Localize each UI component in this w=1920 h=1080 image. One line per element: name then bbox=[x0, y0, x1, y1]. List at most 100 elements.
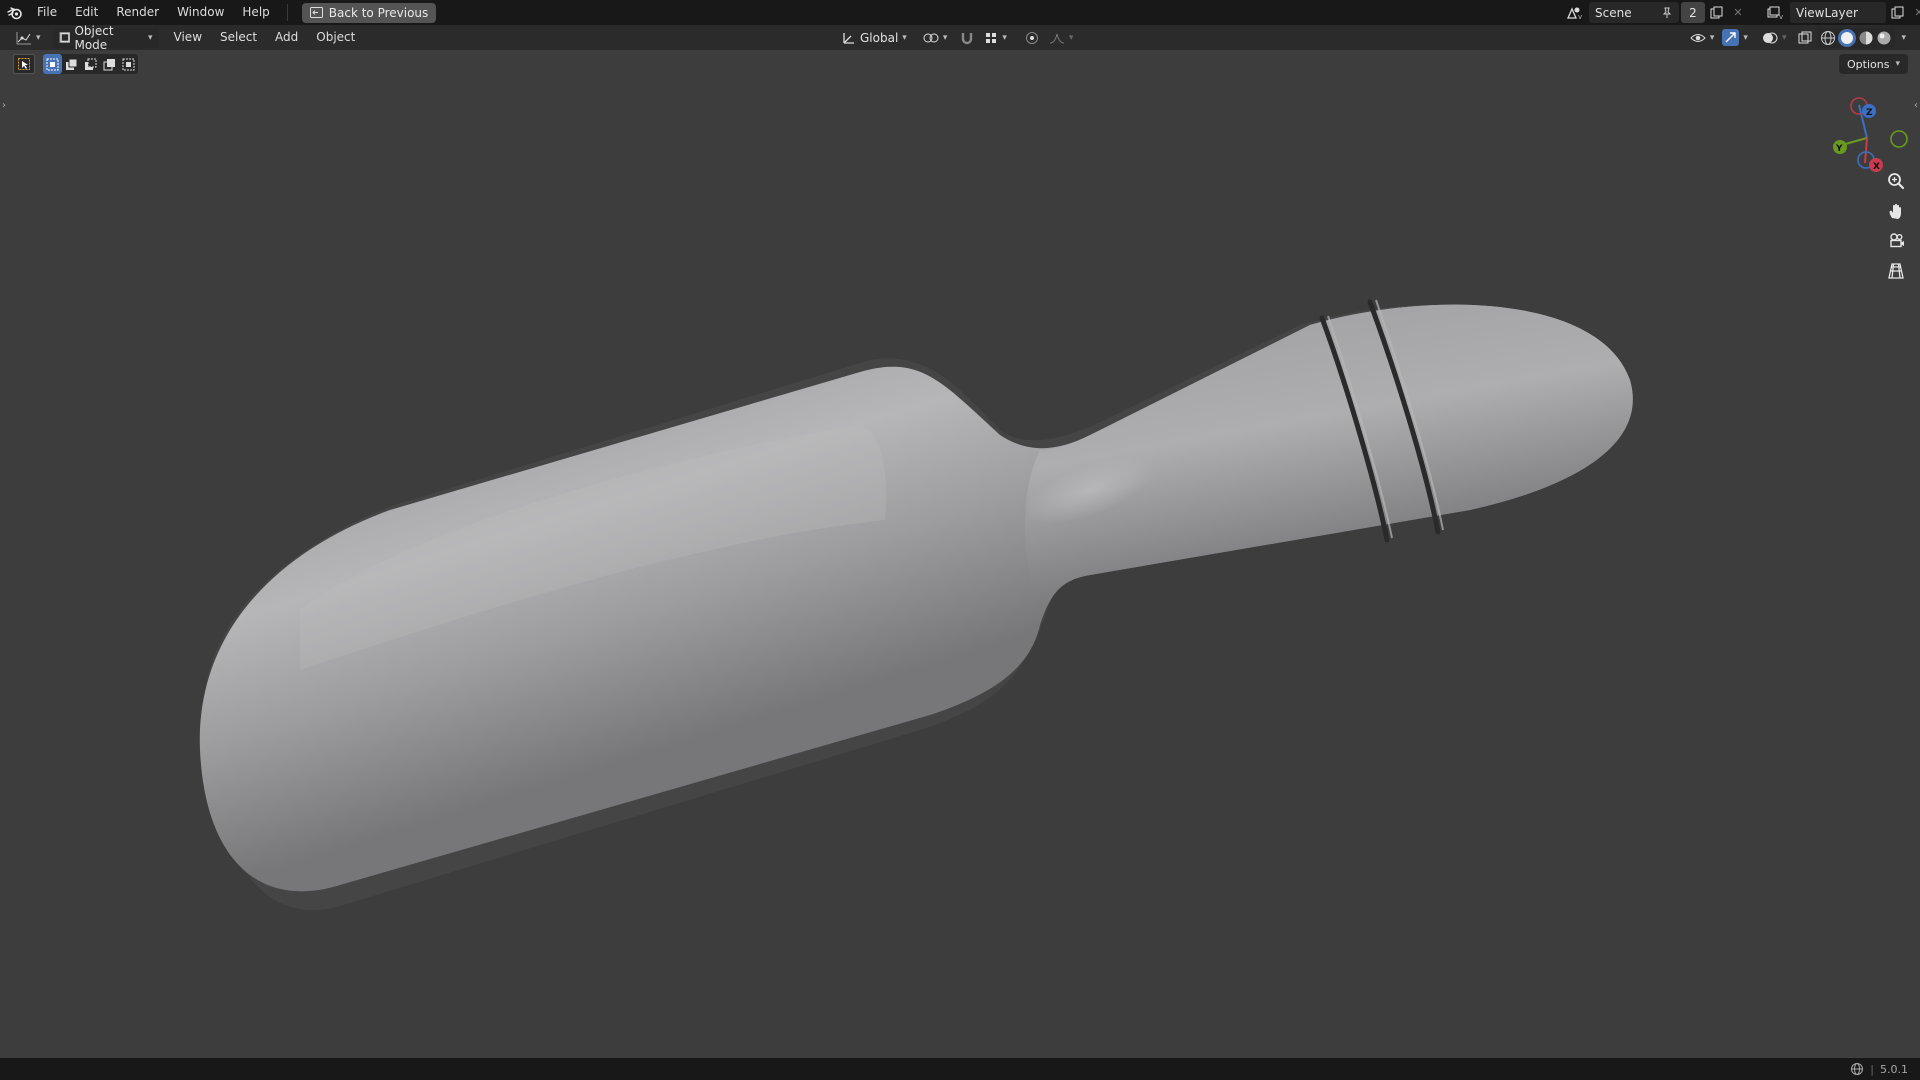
shading-mode-group bbox=[1817, 27, 1896, 48]
orientation-dropdown[interactable]: Global ▾ bbox=[836, 28, 913, 48]
proportional-edit-icon bbox=[1025, 31, 1038, 44]
proportional-falloff-dropdown[interactable]: ▾ bbox=[1046, 28, 1077, 48]
view-layer-name-field[interactable]: ViewLayer bbox=[1790, 2, 1886, 23]
solid-shading-icon[interactable] bbox=[1838, 28, 1857, 47]
pan-button[interactable] bbox=[1882, 197, 1910, 225]
chevron-down-icon: ▾ bbox=[1743, 32, 1748, 43]
menu-edit[interactable]: Edit bbox=[66, 0, 107, 25]
object-mode-dropdown[interactable]: Object Mode ▾ bbox=[52, 24, 159, 52]
camera-view-button[interactable] bbox=[1882, 227, 1910, 255]
svg-text:v: v bbox=[1779, 13, 1783, 20]
status-separator: | bbox=[1870, 1062, 1874, 1076]
view-layer-name: ViewLayer bbox=[1796, 5, 1858, 20]
gizmo-toggle[interactable]: ▾ bbox=[1719, 28, 1751, 48]
rendered-shading-icon[interactable] bbox=[1876, 30, 1892, 46]
new-view-layer-icon[interactable] bbox=[1886, 2, 1908, 23]
menu-separator bbox=[286, 4, 288, 21]
hand-pan-icon bbox=[1889, 203, 1901, 219]
transform-tools: Global ▾ ▾ ▾ ▾ bbox=[836, 27, 1076, 48]
xray-toggle[interactable] bbox=[1795, 28, 1815, 48]
scene-name: Scene bbox=[1595, 5, 1632, 20]
toolbar-expand-arrow-icon[interactable]: › bbox=[2, 100, 6, 111]
perspective-grid-icon bbox=[1888, 263, 1904, 279]
chevron-down-icon: ▾ bbox=[942, 32, 948, 43]
orientation-label: Global bbox=[860, 30, 899, 45]
toggle-perspective-button[interactable] bbox=[1882, 257, 1910, 285]
snap-target-dropdown[interactable]: ▾ bbox=[981, 28, 1010, 48]
status-bar: | 5.0.1 bbox=[0, 1058, 1920, 1080]
visibility-dropdown[interactable]: ▾ bbox=[1687, 28, 1718, 48]
menu-window[interactable]: Window bbox=[168, 0, 233, 25]
options-dropdown[interactable]: Options ▾ bbox=[1839, 54, 1908, 74]
chevron-down-icon: ▾ bbox=[148, 32, 153, 43]
overlays-toggle[interactable]: ▾ bbox=[1759, 28, 1790, 48]
menu-add[interactable]: Add bbox=[266, 25, 307, 50]
chevron-down-icon: ▾ bbox=[1895, 59, 1900, 69]
material-preview-icon[interactable] bbox=[1858, 30, 1874, 46]
menu-help[interactable]: Help bbox=[233, 0, 278, 25]
xray-icon bbox=[1798, 31, 1812, 43]
viewport-header: ▾ Object Mode ▾ View Select Add Object G… bbox=[0, 24, 1920, 52]
wireframe-shading-icon[interactable] bbox=[1820, 30, 1836, 46]
pin-icon[interactable] bbox=[1661, 7, 1673, 19]
svg-text:v: v bbox=[1578, 13, 1582, 20]
blender-version: 5.0.1 bbox=[1880, 1062, 1908, 1076]
object-mode-icon bbox=[58, 31, 71, 44]
pivot-point-dropdown[interactable]: ▾ bbox=[917, 28, 954, 48]
select-invert-icon[interactable] bbox=[100, 54, 119, 74]
options-label: Options bbox=[1847, 57, 1890, 71]
select-new-icon[interactable] bbox=[43, 54, 62, 74]
scene-name-field[interactable]: Scene bbox=[1589, 2, 1679, 23]
pivot-icon bbox=[923, 33, 939, 42]
viewport-display-tools: ▾ ▾ ▾ ▾ bbox=[1687, 27, 1906, 48]
chevron-down-icon: ▾ bbox=[36, 32, 41, 43]
orientation-icon bbox=[843, 32, 854, 44]
select-tool-button[interactable] bbox=[13, 54, 35, 74]
overlays-icon bbox=[1762, 32, 1778, 43]
3d-viewport-icon bbox=[16, 31, 31, 44]
3d-viewport[interactable]: Options ▾ › ‹ Z Y X bbox=[0, 50, 1920, 1060]
chevron-down-icon: ▾ bbox=[1002, 32, 1007, 43]
back-to-previous-button[interactable]: Back to Previous bbox=[301, 2, 437, 23]
gizmo-z-label: Z bbox=[1866, 108, 1873, 118]
view-layer-icon[interactable]: v bbox=[1764, 2, 1786, 23]
select-intersect-icon[interactable] bbox=[119, 54, 138, 74]
gizmo-y-label: Y bbox=[1835, 144, 1843, 154]
chevron-down-icon: ▾ bbox=[1068, 32, 1074, 43]
gizmo-icon bbox=[1722, 29, 1740, 46]
shading-options-chevron-icon[interactable]: ▾ bbox=[1901, 33, 1906, 43]
zoom-button[interactable] bbox=[1882, 167, 1910, 195]
new-scene-icon[interactable] bbox=[1705, 2, 1727, 23]
menu-render[interactable]: Render bbox=[107, 0, 168, 25]
back-icon bbox=[309, 7, 323, 18]
delete-scene-icon[interactable]: ✕ bbox=[1727, 2, 1749, 23]
zoom-magnifier-icon bbox=[1888, 173, 1905, 190]
scoop-mesh-object[interactable] bbox=[0, 50, 1920, 1060]
scene-icon[interactable]: v bbox=[1563, 2, 1585, 23]
menu-object[interactable]: Object bbox=[307, 25, 364, 50]
gizmo-neg-y-handle[interactable] bbox=[1890, 130, 1908, 148]
chevron-down-icon: ▾ bbox=[1781, 32, 1787, 43]
chevron-down-icon: ▾ bbox=[902, 32, 907, 43]
scene-selector: v Scene 2 ✕ bbox=[1563, 2, 1749, 23]
menu-select[interactable]: Select bbox=[211, 25, 266, 50]
blender-logo-icon[interactable] bbox=[2, 0, 28, 25]
magnet-icon bbox=[962, 32, 973, 44]
delete-view-layer-icon[interactable]: ✕ bbox=[1908, 2, 1920, 23]
network-globe-icon bbox=[1851, 1063, 1864, 1075]
editor-type-dropdown[interactable]: ▾ bbox=[10, 28, 47, 48]
eye-selectability-icon bbox=[1690, 33, 1706, 42]
menu-view[interactable]: View bbox=[165, 25, 211, 50]
scene-user-count: 2 bbox=[1681, 2, 1705, 23]
view-layer-selector: v ViewLayer ✕ bbox=[1764, 2, 1920, 23]
proportional-editing-toggle[interactable] bbox=[1022, 28, 1042, 48]
snap-toggle[interactable] bbox=[957, 28, 977, 48]
snap-grid-icon bbox=[986, 32, 997, 43]
scoop-handle bbox=[1025, 304, 1633, 610]
select-cursor-icon bbox=[18, 58, 30, 70]
back-to-previous-label: Back to Previous bbox=[328, 5, 429, 20]
select-extend-icon[interactable] bbox=[62, 54, 81, 74]
tool-settings-row: Options ▾ bbox=[0, 50, 1920, 76]
menu-file[interactable]: File bbox=[28, 0, 66, 25]
select-subtract-icon[interactable] bbox=[81, 54, 100, 74]
